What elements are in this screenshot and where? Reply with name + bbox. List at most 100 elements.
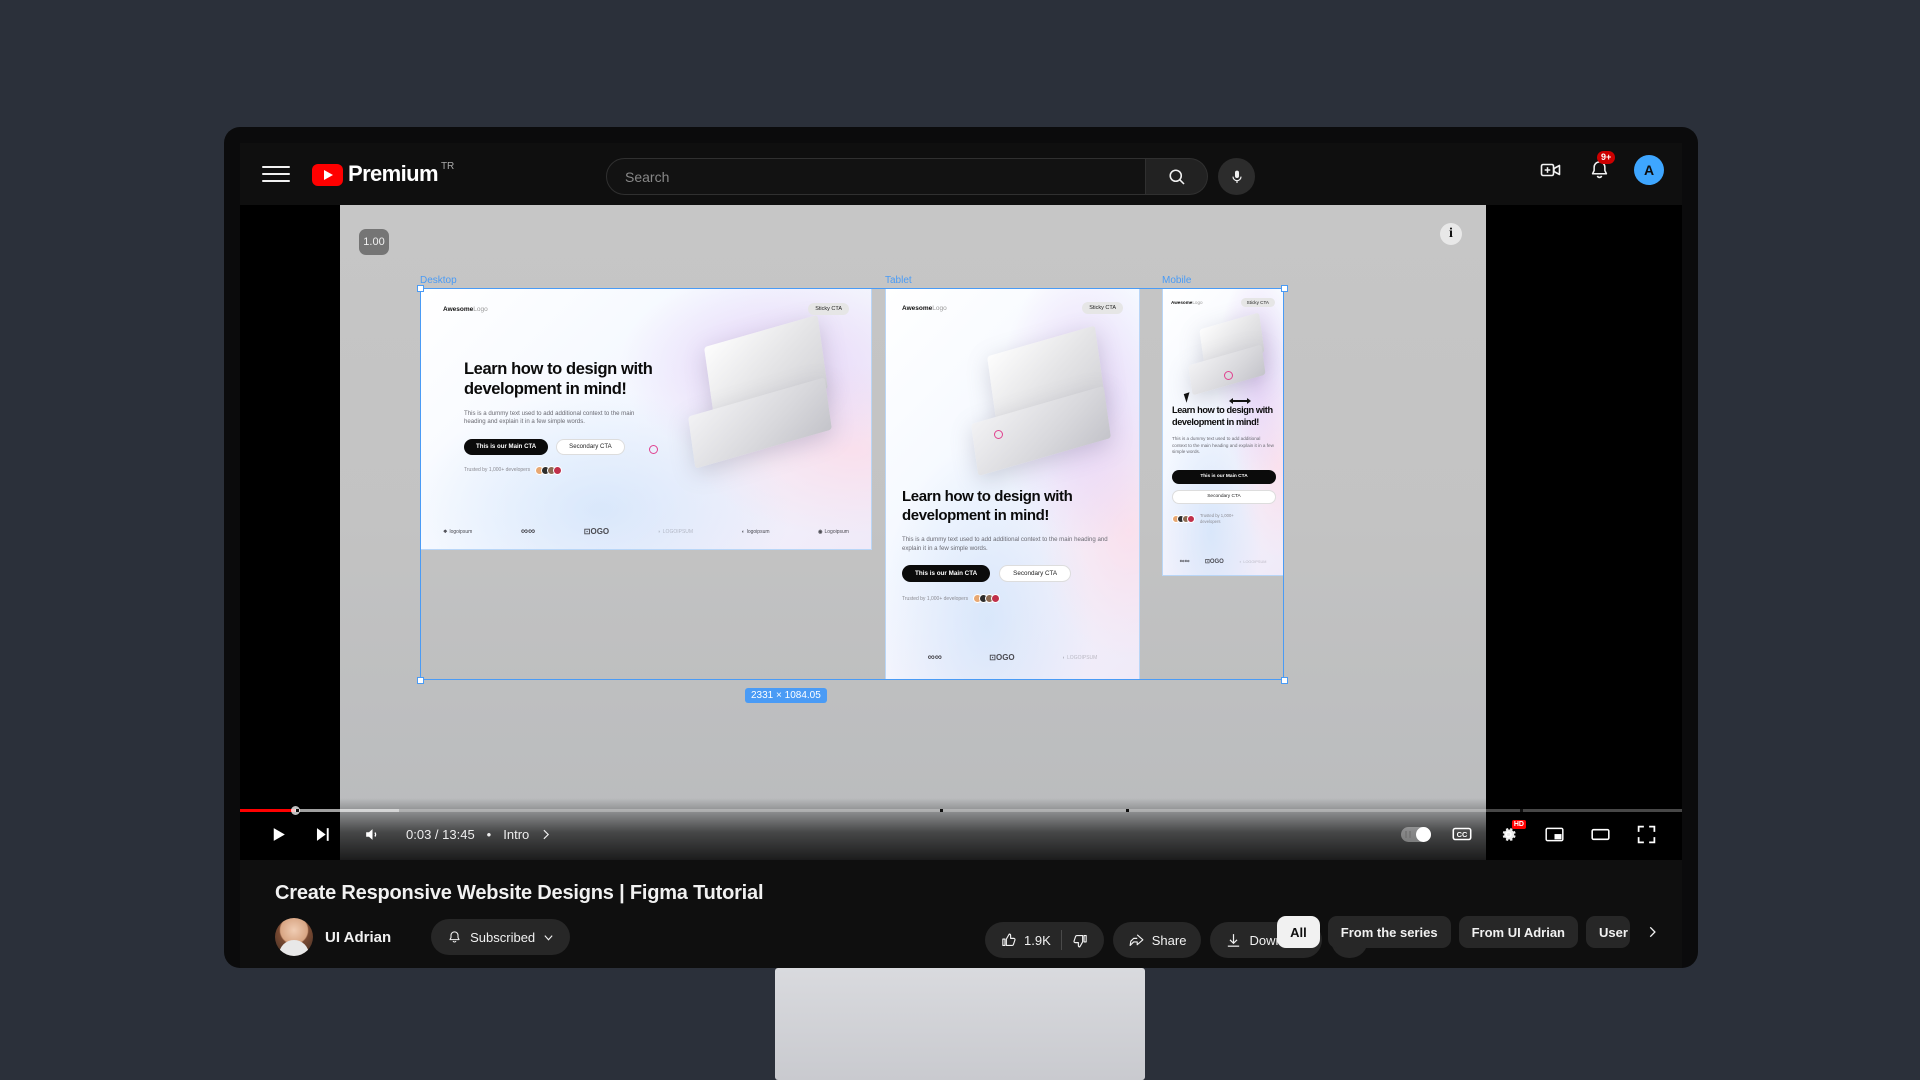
chapter-divider bbox=[940, 809, 943, 812]
filter-chip-from-ui-adrian[interactable]: From UI Adrian bbox=[1458, 916, 1578, 948]
thumbs-down-icon[interactable] bbox=[1072, 932, 1089, 949]
fullscreen-icon bbox=[1637, 825, 1655, 843]
monitor-bezel: Premium TR Search 9+ A 1.00 Desktop Awes… bbox=[224, 127, 1698, 968]
fullscreen-button[interactable] bbox=[1626, 814, 1666, 854]
cta-secondary-button[interactable]: Secondary CTA bbox=[556, 438, 625, 455]
selection-handle-top-right[interactable] bbox=[1281, 285, 1288, 292]
figma-cursor-marker bbox=[1224, 371, 1233, 380]
chapter-title[interactable]: Intro bbox=[503, 827, 529, 842]
miniplayer-button[interactable] bbox=[1534, 814, 1574, 854]
filter-chips-next-button[interactable] bbox=[1638, 918, 1666, 946]
cta-primary-button[interactable]: This is our Main CTA bbox=[1172, 469, 1276, 484]
figma-frame-desktop[interactable]: AwesomeLogo Sticky CTA Learn how to desi… bbox=[420, 288, 872, 550]
partner-logo: ⊡OGO bbox=[583, 527, 610, 536]
like-count: 1.9K bbox=[1024, 932, 1051, 948]
chapter-divider bbox=[296, 809, 299, 812]
filter-chip-from-the-series[interactable]: From the series bbox=[1327, 916, 1451, 948]
site-logo: AwesomeLogo bbox=[1171, 300, 1203, 305]
next-video-icon bbox=[316, 827, 329, 841]
site-logo: AwesomeLogo bbox=[902, 304, 947, 312]
progress-bar[interactable] bbox=[240, 806, 1682, 815]
filter-chip-all[interactable]: All bbox=[1277, 916, 1320, 948]
cta-primary-button[interactable]: This is our Main CTA bbox=[902, 565, 991, 583]
avatar-stack bbox=[535, 465, 563, 475]
partner-logo: ∞∞ bbox=[520, 526, 536, 537]
search-button[interactable] bbox=[1146, 158, 1208, 195]
logo-wordmark: Premium bbox=[348, 161, 439, 186]
notifications-button[interactable]: 9+ bbox=[1586, 151, 1616, 183]
download-icon bbox=[1228, 933, 1240, 947]
selection-handle-bottom-left[interactable] bbox=[417, 677, 424, 684]
filter-chip-user[interactable]: User bbox=[1586, 916, 1630, 948]
frame-label-tablet[interactable]: Tablet bbox=[885, 275, 912, 286]
frame-tablet-nav: AwesomeLogo Sticky CTA bbox=[886, 289, 1139, 327]
frame-label-mobile[interactable]: Mobile bbox=[1162, 275, 1191, 286]
volume-button[interactable] bbox=[352, 814, 392, 854]
next-video-button[interactable] bbox=[302, 814, 342, 854]
trust-row: Trusted by 1,000+ developers bbox=[1172, 513, 1276, 524]
progress-played bbox=[240, 809, 295, 812]
trust-text: Trusted by 1,000+ developers bbox=[464, 467, 531, 474]
player-info-button[interactable]: i bbox=[1440, 223, 1462, 245]
account-avatar[interactable]: A bbox=[1634, 155, 1664, 185]
voice-search-button[interactable] bbox=[1218, 158, 1255, 195]
partner-logo-strip: ❖ logoipsum ∞∞ ⊡OGO ◗ LOGOIPSUM ◐ logoipsum… bbox=[421, 526, 871, 537]
autoplay-toggle-button[interactable] bbox=[1396, 814, 1436, 854]
cta-secondary-button[interactable]: Secondary CTA bbox=[1172, 489, 1276, 504]
sticky-cta-button[interactable]: Sticky CTA bbox=[1240, 298, 1275, 307]
partner-logo: ⊡OGO bbox=[989, 653, 1015, 662]
figma-frame-tablet[interactable]: AwesomeLogo Sticky CTA Learn how to desi… bbox=[885, 288, 1140, 680]
sticky-cta-button[interactable]: Sticky CTA bbox=[1082, 302, 1123, 314]
avatar bbox=[1187, 514, 1195, 523]
figma-frame-mobile[interactable]: AwesomeLogo Sticky CTA Learn how to desi… bbox=[1162, 288, 1284, 576]
avatar-stack bbox=[1172, 514, 1195, 523]
channel-row: UI Adrian Subscribed bbox=[275, 918, 571, 956]
chevron-right-icon[interactable] bbox=[539, 828, 552, 841]
hero-heading: Learn how to design with development in … bbox=[464, 360, 653, 398]
video-viewport: 1.00 Desktop AwesomeLogo Sticky CTA Lear… bbox=[340, 205, 1486, 860]
site-logo: AwesomeLogo bbox=[443, 305, 488, 313]
figma-cursor-marker bbox=[649, 445, 658, 454]
share-button[interactable]: Share bbox=[1112, 922, 1202, 958]
settings-button[interactable]: HD bbox=[1488, 814, 1528, 854]
time-chapter-separator: • bbox=[486, 826, 492, 842]
video-player[interactable]: 1.00 Desktop AwesomeLogo Sticky CTA Lear… bbox=[240, 205, 1682, 860]
cta-secondary-button[interactable]: Secondary CTA bbox=[999, 565, 1072, 583]
hero-heading: Learn how to design with development in … bbox=[1172, 405, 1273, 427]
partner-logo: ∞∞ bbox=[927, 652, 942, 663]
frame-desktop-nav: AwesomeLogo Sticky CTA bbox=[421, 289, 871, 329]
channel-avatar[interactable] bbox=[275, 918, 313, 956]
cta-primary-button[interactable]: This is our Main CTA bbox=[464, 438, 549, 455]
partner-logo: ⊡OGO bbox=[1204, 559, 1224, 565]
channel-name[interactable]: UI Adrian bbox=[325, 929, 391, 946]
partner-logo-strip: ∞∞ ⊡OGO ◗ LOGOIPSUM bbox=[1163, 558, 1283, 565]
play-button[interactable] bbox=[258, 814, 298, 854]
captions-button[interactable]: CC bbox=[1442, 814, 1482, 854]
play-icon bbox=[273, 827, 285, 841]
monitor-screen: Premium TR Search 9+ A 1.00 Desktop Awes… bbox=[240, 143, 1682, 968]
logo-region-tag: TR bbox=[440, 161, 455, 172]
selection-handle-top-left[interactable] bbox=[417, 285, 424, 292]
bell-icon bbox=[449, 930, 460, 943]
trust-text: Trusted by 1,000+ developers bbox=[1200, 512, 1234, 524]
player-control-bar: 0:03 / 13:45 • Intro CC HD bbox=[240, 798, 1682, 860]
hamburger-menu-icon[interactable] bbox=[262, 160, 290, 188]
frame-desktop-hero-copy: Learn how to design with development in … bbox=[464, 359, 674, 475]
youtube-premium-logo[interactable]: Premium TR bbox=[312, 161, 454, 187]
theater-mode-button[interactable] bbox=[1580, 814, 1620, 854]
miniplayer-icon bbox=[1544, 827, 1564, 841]
selection-handle-bottom-right[interactable] bbox=[1281, 677, 1288, 684]
resize-handle-arrow[interactable] bbox=[1229, 398, 1251, 404]
like-dislike-group[interactable]: 1.9K bbox=[985, 922, 1104, 958]
avatar-stack bbox=[973, 594, 1001, 604]
avatar bbox=[553, 465, 563, 475]
sticky-cta-button[interactable]: Sticky CTA bbox=[808, 303, 849, 315]
subscribed-button[interactable]: Subscribed bbox=[431, 919, 571, 955]
frame-label-desktop[interactable]: Desktop bbox=[420, 275, 457, 286]
share-label: Share bbox=[1151, 932, 1187, 948]
create-video-button[interactable] bbox=[1538, 157, 1564, 183]
notification-badge: 9+ bbox=[1597, 151, 1616, 164]
search-input[interactable] bbox=[607, 168, 1145, 185]
video-info-section: Create Responsive Website Designs | Figm… bbox=[240, 860, 1682, 968]
monitor-stand bbox=[775, 968, 1145, 1080]
